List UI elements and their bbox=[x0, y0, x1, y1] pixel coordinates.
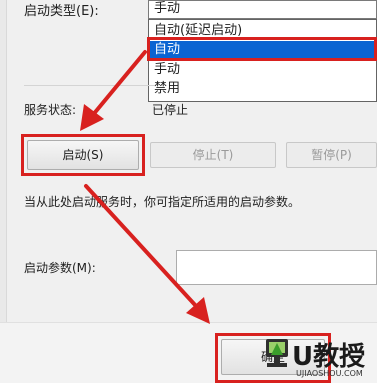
service-properties-dialog: 启动类型(E): 手动 自动(延迟启动) 自动 手动 禁用 服务状态: 已停止 … bbox=[0, 0, 377, 383]
start-button[interactable]: 启动(S) bbox=[27, 140, 139, 170]
startup-type-dropdown: 自动(延迟启动) 自动 手动 禁用 bbox=[148, 19, 377, 102]
option-manual[interactable]: 手动 bbox=[152, 61, 180, 79]
start-params-hint: 当从此处启动服务时，你可指定所适用的启动参数。 bbox=[24, 195, 301, 209]
startup-type-select[interactable]: 手动 bbox=[148, 0, 377, 19]
watermark-logo-icon bbox=[266, 339, 288, 367]
watermark-brand: U教授 bbox=[292, 342, 366, 372]
service-status-value: 已停止 bbox=[152, 103, 189, 117]
start-params-input[interactable] bbox=[176, 250, 377, 285]
service-status-label: 服务状态: bbox=[24, 103, 77, 117]
startup-type-label: 启动类型(E): bbox=[24, 4, 99, 19]
option-auto[interactable]: 自动 bbox=[150, 41, 377, 59]
pause-button[interactable]: 暂停(P) bbox=[286, 142, 377, 168]
section-divider bbox=[24, 85, 154, 86]
arrow-to-start-button bbox=[80, 50, 147, 131]
option-disabled[interactable]: 禁用 bbox=[152, 80, 180, 98]
watermark-url: UJIAOSHOU.COM bbox=[296, 369, 363, 378]
ujiaoshou-watermark: U教授 UJIAOSHOU.COM bbox=[262, 333, 377, 383]
stop-button[interactable]: 停止(T) bbox=[150, 142, 276, 168]
start-params-label: 启动参数(M): bbox=[24, 261, 96, 275]
option-auto-delayed[interactable]: 自动(延迟启动) bbox=[152, 22, 242, 40]
